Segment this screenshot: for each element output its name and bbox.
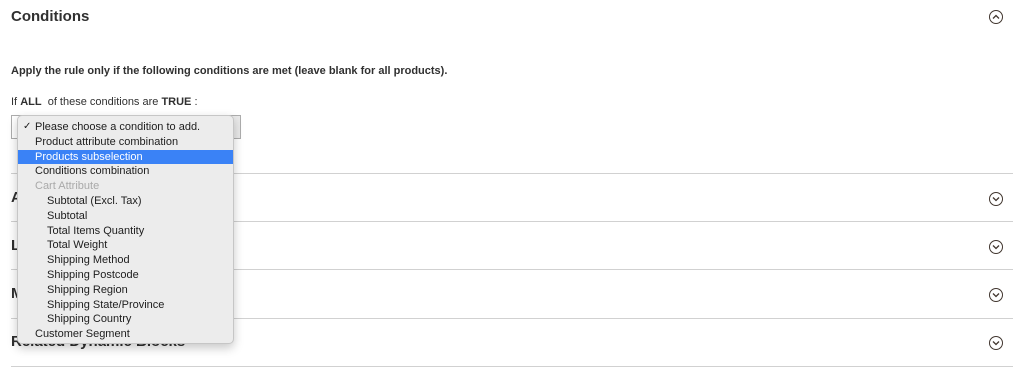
- expand-icon[interactable]: [989, 288, 1003, 302]
- dropdown-option[interactable]: Shipping Postcode: [18, 268, 233, 283]
- expand-icon[interactable]: [989, 336, 1003, 350]
- dropdown-option[interactable]: Product attribute combination: [18, 135, 233, 150]
- dropdown-option[interactable]: Shipping State/Province: [18, 298, 233, 313]
- dropdown-option[interactable]: Shipping Country: [18, 312, 233, 327]
- conditions-section-title[interactable]: Conditions: [11, 8, 89, 25]
- expand-icon[interactable]: [989, 192, 1003, 206]
- dropdown-option[interactable]: Conditions combination: [18, 164, 233, 179]
- conditions-intro: Apply the rule only if the following con…: [11, 65, 448, 77]
- dropdown-option[interactable]: Shipping Method: [18, 253, 233, 268]
- dropdown-option[interactable]: Total Weight: [18, 238, 233, 253]
- dropdown-option[interactable]: Subtotal: [18, 209, 233, 224]
- expand-icon[interactable]: [989, 240, 1003, 254]
- dropdown-option[interactable]: Shipping Region: [18, 283, 233, 298]
- cond-middle: of these conditions are: [47, 96, 159, 108]
- cond-suffix: :: [194, 96, 198, 108]
- dropdown-option-selected[interactable]: Products subselection: [18, 149, 233, 165]
- dropdown-option[interactable]: ✓ Please choose a condition to add.: [18, 120, 233, 135]
- dropdown-option[interactable]: Customer Segment: [18, 327, 233, 342]
- collapse-icon[interactable]: [989, 10, 1003, 24]
- checkmark-icon: ✓: [23, 121, 32, 132]
- divider: [11, 366, 1013, 367]
- aggregator-link[interactable]: ALL: [20, 96, 41, 108]
- dropdown-option[interactable]: Total Items Quantity: [18, 224, 233, 239]
- value-link[interactable]: TRUE: [161, 96, 191, 108]
- cond-prefix: If: [11, 96, 18, 108]
- dropdown-option[interactable]: Subtotal (Excl. Tax): [18, 194, 233, 209]
- conditions-sentence: If ALL of these conditions are TRUE :: [11, 96, 198, 108]
- dropdown-group-label: Cart Attribute: [35, 180, 100, 193]
- condition-dropdown-menu[interactable]: ✓ Please choose a condition to add. Produ…: [17, 115, 234, 344]
